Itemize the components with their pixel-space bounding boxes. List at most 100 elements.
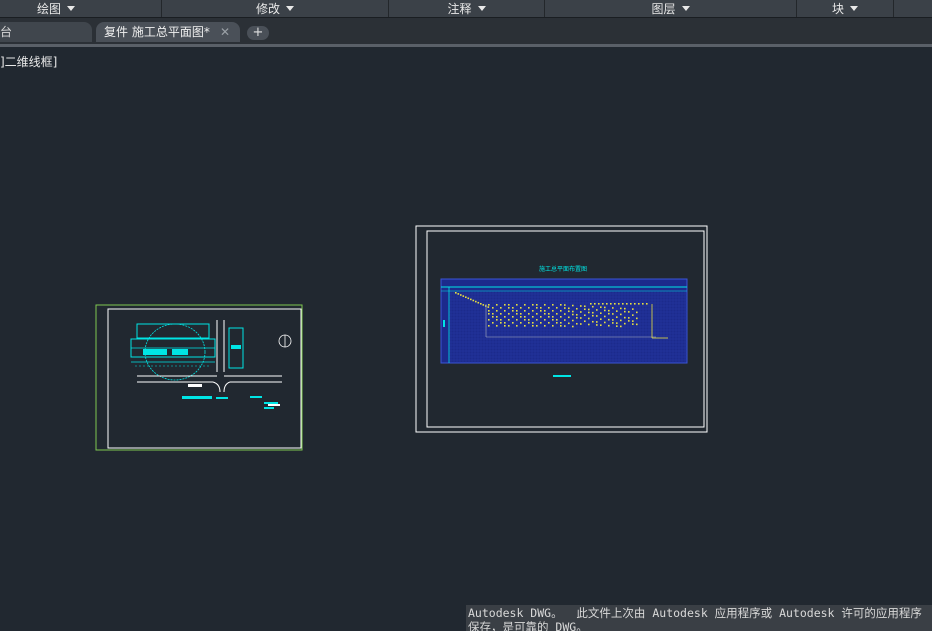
schedule-mark <box>482 304 485 306</box>
schedule-mark <box>556 319 558 321</box>
schedule-mark <box>636 317 638 320</box>
schedule-mark <box>604 309 606 312</box>
schedule-mark <box>544 325 546 327</box>
schedule-mark <box>596 321 598 323</box>
ribbon-panel-bar: 绘图 修改 注释 图层 块 <box>0 0 932 18</box>
schedule-mark <box>500 313 502 315</box>
schedule-mark <box>630 303 632 305</box>
viewport-controls[interactable]: ]二维线框] <box>0 53 57 70</box>
schedule-mark <box>504 316 506 318</box>
schedule-mark <box>616 310 618 312</box>
schedule-mark <box>598 303 600 305</box>
schedule-mark <box>626 303 628 305</box>
schedule-mark <box>524 316 526 318</box>
schedule-mark <box>488 313 490 315</box>
drawing-canvas[interactable] <box>0 0 932 631</box>
schedule-mark <box>488 319 490 321</box>
schedule-mark <box>620 313 622 316</box>
schedule-mark <box>620 325 622 328</box>
schedule-mark <box>612 313 614 315</box>
ribbon-annotate-panel[interactable]: 注释 <box>389 0 544 17</box>
ribbon-layers-panel[interactable]: 图层 <box>545 0 796 17</box>
site-circle <box>144 323 206 381</box>
schedule-mark <box>632 314 634 316</box>
ribbon-draw-panel[interactable]: 绘图 <box>0 0 112 17</box>
schedule-mark <box>588 323 590 326</box>
schedule-mark <box>606 303 608 305</box>
tab-start[interactable]: 台 <box>0 22 92 42</box>
schedule-mark <box>548 313 550 315</box>
schedule-mark <box>504 304 506 306</box>
schedule-mark <box>508 319 510 321</box>
schedule-mark <box>572 310 574 313</box>
schedule-mark <box>564 307 566 309</box>
schedule-mark <box>636 311 638 314</box>
schedule-mark <box>556 313 558 315</box>
schedule-mark <box>592 314 594 317</box>
schedule-mark <box>624 316 626 319</box>
schedule-mark <box>552 304 554 306</box>
schedule-mark <box>488 304 490 306</box>
schedule-mark <box>520 307 522 309</box>
schedule-mark <box>564 325 566 327</box>
schedule-mark <box>556 307 558 309</box>
schedule-mark <box>624 322 626 325</box>
schedule-mark <box>624 307 626 310</box>
schedule-mark <box>590 303 592 305</box>
schedule-mark <box>576 307 578 310</box>
schedule-mark <box>612 307 614 309</box>
schedule-mark <box>620 319 622 322</box>
schedule-mark <box>528 313 530 315</box>
close-icon[interactable]: ✕ <box>220 22 230 42</box>
schedule-mark <box>560 304 562 306</box>
schedule-mark <box>520 322 522 324</box>
schedule-mark <box>592 311 594 314</box>
schedule-mark <box>584 308 586 311</box>
schedule-mark <box>576 316 578 319</box>
schedule-mark <box>552 316 554 318</box>
schedule-mark <box>496 316 498 318</box>
schedule-mark <box>596 309 598 311</box>
schedule-mark <box>616 325 618 327</box>
schedule-mark <box>596 324 598 326</box>
tab-construction-plan-label: 复件 施工总平面图* <box>104 25 210 39</box>
schedule-mark <box>588 311 590 314</box>
schedule-mark <box>552 310 554 312</box>
chevron-down-icon <box>850 6 858 11</box>
ribbon-block-panel[interactable]: 块 <box>797 0 893 17</box>
schedule-mark <box>642 303 644 305</box>
schedule-mark <box>462 295 465 297</box>
schedule-mark <box>520 316 522 318</box>
schedule-mark <box>556 322 558 324</box>
schedule-mark <box>528 319 530 321</box>
schedule-mark <box>544 310 546 312</box>
schedule-mark <box>492 322 494 324</box>
schedule-mark <box>628 317 630 319</box>
schedule-mark <box>528 322 530 324</box>
schedule-mark <box>467 297 470 300</box>
schedule-mark <box>580 311 582 313</box>
schedule-mark <box>500 307 502 309</box>
hatch-block <box>143 349 167 355</box>
schedule-mark <box>548 322 550 324</box>
schedule-mark <box>552 325 554 327</box>
schedule-mark <box>475 300 477 303</box>
schedule-mark <box>584 314 586 317</box>
sheet-site-plan <box>95 304 303 451</box>
schedule-mark <box>564 304 566 306</box>
schedule-mark <box>572 304 574 307</box>
schedule-mark <box>634 303 636 305</box>
tab-construction-plan[interactable]: 复件 施工总平面图* ✕ <box>96 22 240 42</box>
schedule-mark <box>604 315 606 318</box>
schedule-mark <box>516 325 518 327</box>
schedule-mark <box>584 320 586 323</box>
tab-underline <box>0 44 932 47</box>
new-tab-button[interactable]: + <box>247 26 269 40</box>
schedule-mark <box>460 294 462 296</box>
schedule-mark <box>508 313 510 315</box>
chevron-down-icon <box>681 6 690 11</box>
ribbon-modify-panel[interactable]: 修改 <box>162 0 388 17</box>
schedule-mark <box>632 320 634 322</box>
schedule-mark <box>592 305 594 308</box>
schedule-mark <box>500 319 502 321</box>
